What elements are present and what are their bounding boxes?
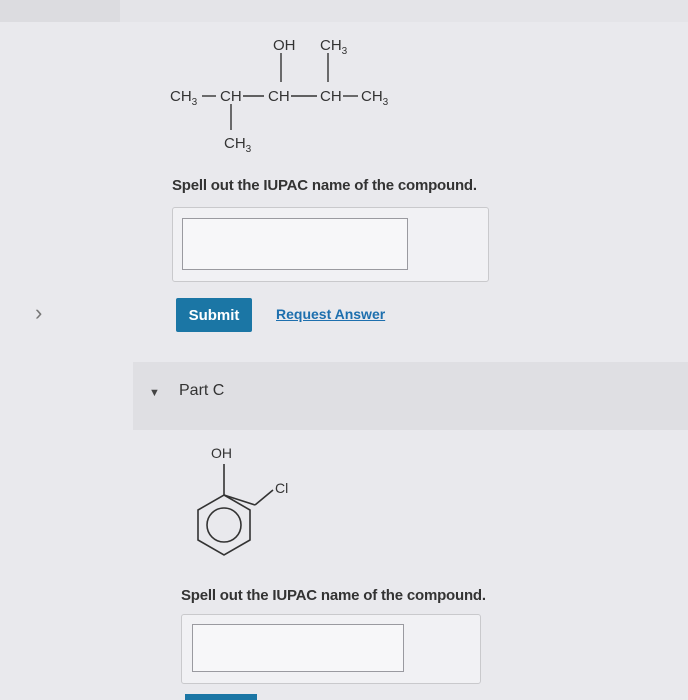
cl-group-label: Cl [275, 480, 288, 496]
structural-formula-part-b: OH CH3 CH3 CH CH CH CH3 CH3 [170, 37, 389, 155]
top-strip [0, 0, 688, 22]
oh-group-label: OH [273, 37, 296, 54]
part-c-header[interactable]: ▼ Part C [133, 362, 688, 430]
chain-c3: CH [268, 88, 290, 105]
question-b-prompt: Spell out the IUPAC name of the compound… [172, 177, 477, 194]
submit-button[interactable]: Submit [176, 298, 252, 332]
ch3-bottom-label: CH3 [224, 135, 252, 155]
chain-c5: CH3 [361, 88, 389, 108]
collapse-caret-icon[interactable]: ▼ [149, 387, 160, 399]
request-answer-link[interactable]: Request Answer [276, 306, 385, 322]
expand-chevron-icon[interactable]: › [35, 300, 42, 326]
chain-c4: CH [320, 88, 342, 105]
question-c-prompt: Spell out the IUPAC name of the compound… [181, 587, 486, 604]
oh-group-label: OH [211, 445, 232, 461]
chain-c2: CH [220, 88, 242, 105]
answer-input-c[interactable] [192, 624, 404, 672]
benzene-ring [197, 494, 251, 556]
ch3-top-label: CH3 [320, 37, 348, 57]
answer-input-b[interactable] [182, 218, 408, 270]
aromatic-circle [206, 507, 242, 543]
answer-box-b [172, 207, 489, 282]
answer-box-c [181, 614, 481, 684]
bond-c-cl [254, 489, 274, 506]
submit-button-c-partial[interactable] [185, 694, 257, 700]
part-c-label: Part C [179, 382, 225, 399]
chain-c1: CH3 [170, 88, 198, 108]
top-strip-bar [120, 0, 688, 22]
structural-formula-part-c: OH Cl [197, 445, 288, 556]
